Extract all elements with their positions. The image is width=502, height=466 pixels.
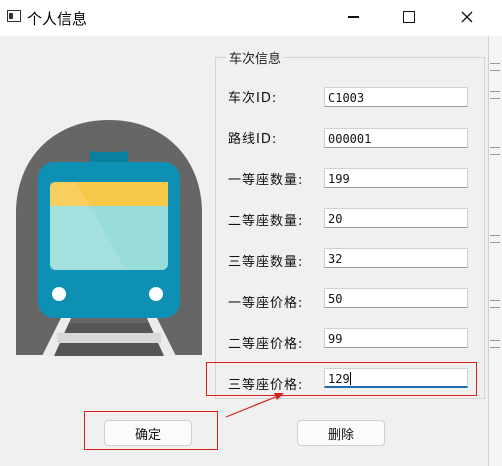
annotation-arrow	[225, 393, 284, 418]
